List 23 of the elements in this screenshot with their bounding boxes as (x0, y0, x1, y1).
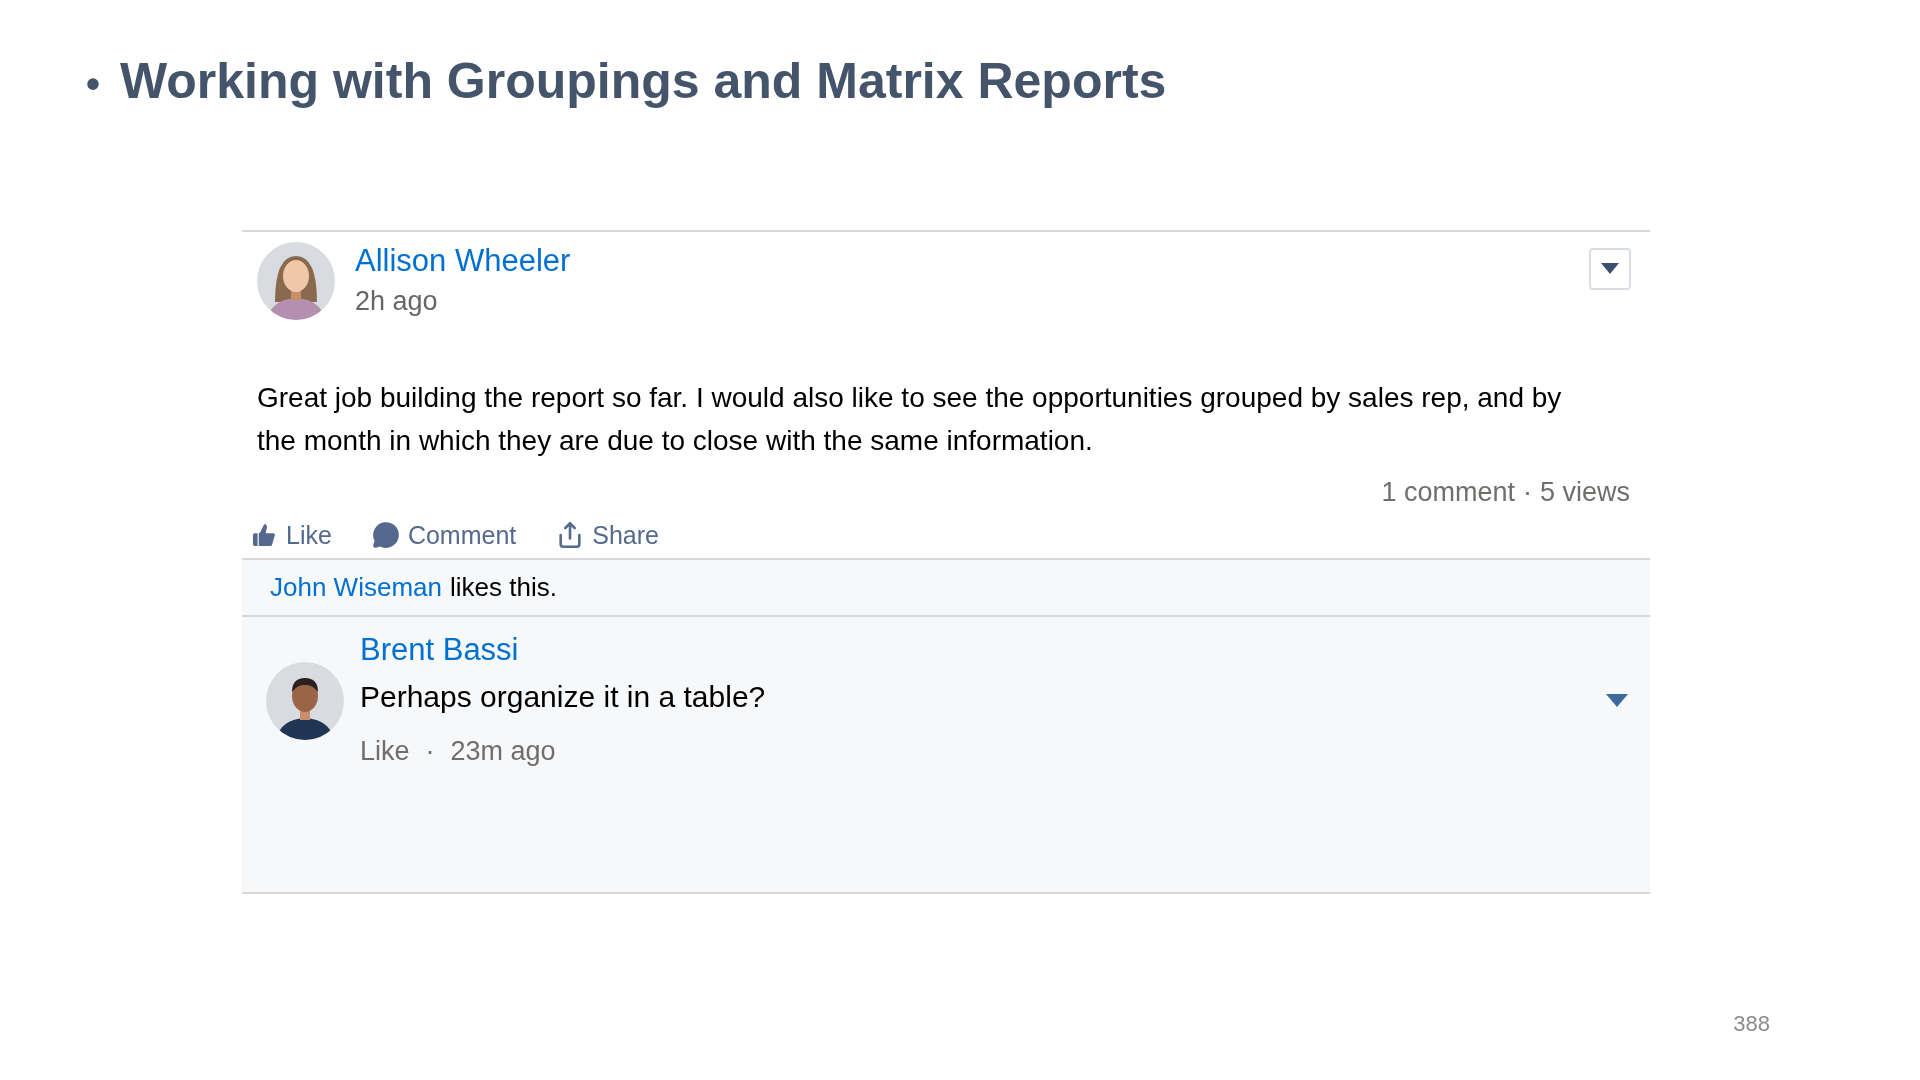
slide-title: Working with Groupings and Matrix Reports (120, 52, 1167, 111)
likes-text: likes this. (449, 571, 557, 604)
post-menu-button[interactable] (1589, 248, 1631, 290)
author-link[interactable]: Allison Wheeler (355, 242, 1569, 281)
view-count: 5 views (1539, 476, 1630, 509)
action-button[interactable]: Like (250, 516, 332, 554)
comment-author-link[interactable]: Brent Bassi (360, 631, 1590, 670)
separator: · (1522, 476, 1532, 509)
separator: · (425, 735, 435, 769)
like-link[interactable]: Like (360, 731, 410, 772)
speech-bubble-icon (371, 521, 400, 550)
bullet: • (86, 61, 100, 108)
page-number: 388 (1733, 1010, 1770, 1038)
comment-time: 23m ago (450, 735, 556, 769)
post-body: Great job building the report so far. I would also like to see the opportunities grouped by sales rep, and by the month in which they are due to close with the same information. (256, 381, 1563, 458)
dropdown-icon[interactable] (1606, 694, 1628, 709)
action-button[interactable]: Comment (371, 516, 517, 554)
comment-text: Perhaps organize it in a table? (360, 678, 767, 715)
post-time: 2h ago (355, 284, 439, 318)
liker-link[interactable]: John Wiseman (270, 568, 442, 607)
dropdown-icon (1601, 263, 1619, 275)
action-button[interactable]: Share (556, 516, 659, 554)
comment-count[interactable]: 1 comment (1381, 472, 1515, 513)
